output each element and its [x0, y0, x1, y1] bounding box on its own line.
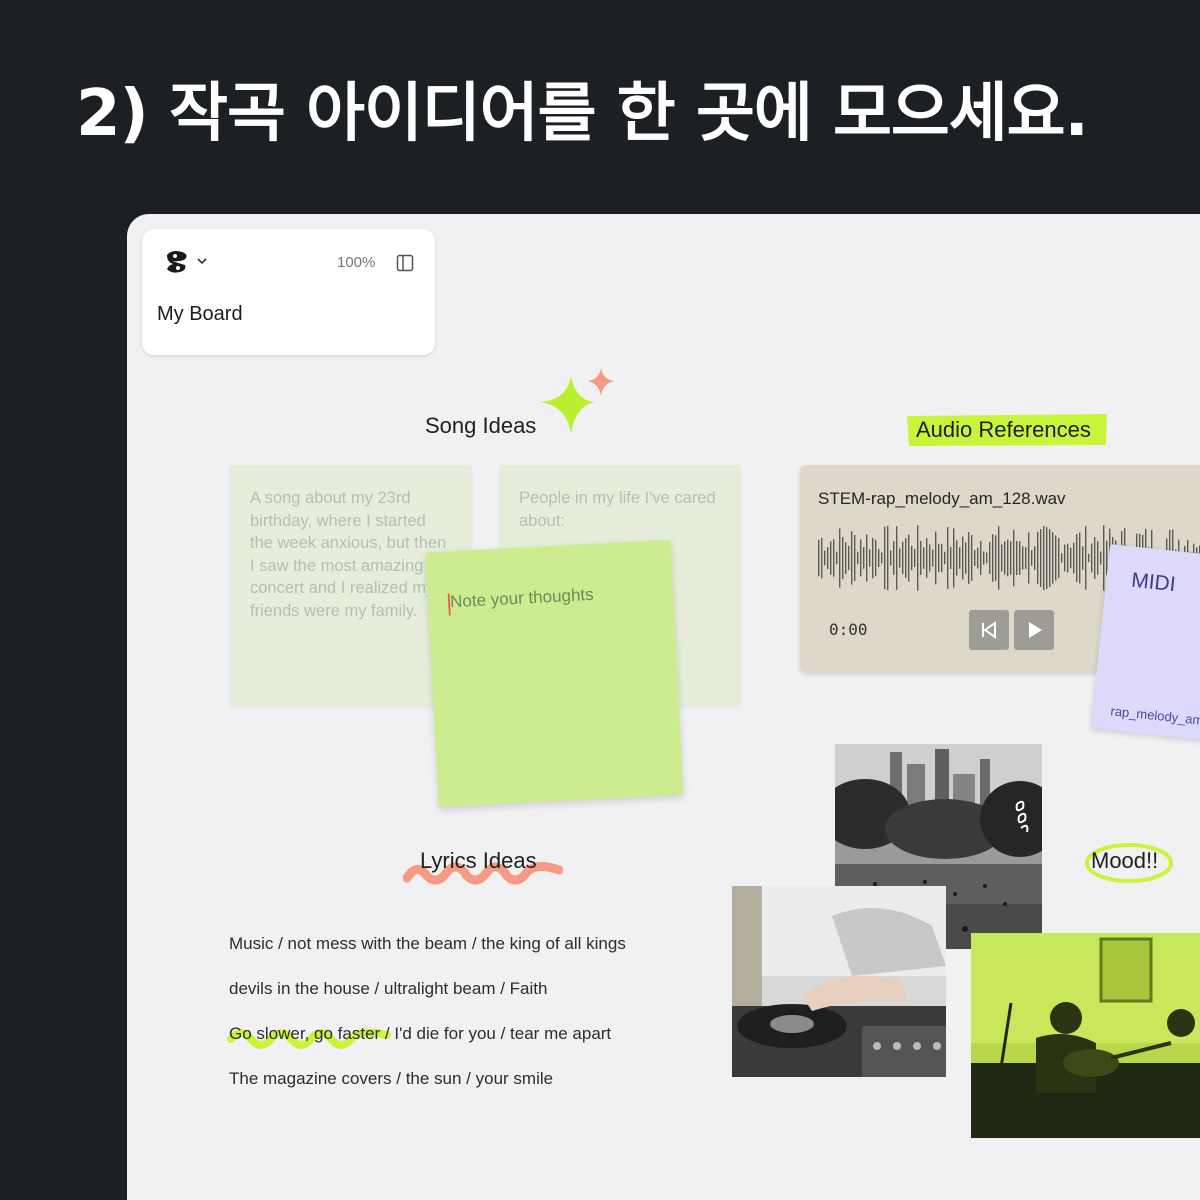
lyrics-ideas-title: Lyrics Ideas: [420, 848, 537, 873]
skip-back-icon: [982, 621, 996, 639]
active-sticky-note[interactable]: Note your thoughts: [425, 539, 684, 808]
lyric-line[interactable]: Go slower, go faster / I'd die for you /…: [229, 1024, 611, 1044]
chevron-down-icon[interactable]: [196, 255, 208, 267]
page-headline: 2) 작곡 아이디어를 한 곳에 모으세요.: [76, 77, 1089, 151]
song-ideas-title: Song Ideas: [425, 413, 537, 438]
dj-photo[interactable]: [732, 886, 946, 1077]
lyric-line[interactable]: Music / not mess with the beam / the kin…: [229, 934, 626, 954]
audio-references-title: Audio References: [916, 417, 1091, 442]
rewind-button[interactable]: [969, 610, 1009, 650]
note-placeholder[interactable]: Note your thoughts: [450, 585, 595, 612]
zoom-level[interactable]: 100%: [337, 254, 375, 271]
play-button[interactable]: [1014, 610, 1054, 650]
playback-time: 0:00: [829, 620, 868, 639]
midi-file-name: rap_melody_am: [1109, 703, 1200, 728]
panel-toggle-icon[interactable]: [396, 254, 414, 272]
lyric-line[interactable]: devils in the house / ultralight beam / …: [229, 979, 547, 999]
logo-icon[interactable]: [164, 249, 190, 275]
board-header-card: 100% My Board: [142, 229, 435, 355]
midi-card[interactable]: MIDI rap_melody_am: [1090, 544, 1200, 743]
board-title[interactable]: My Board: [157, 303, 243, 326]
mood-title: Mood!!: [1091, 848, 1159, 873]
audio-file-name: STEM-rap_melody_am_128.wav: [818, 489, 1066, 508]
play-icon: [1029, 622, 1042, 638]
sparkle-icon: [540, 368, 615, 434]
midi-title: MIDI: [1130, 568, 1177, 597]
guitar-photo[interactable]: [971, 933, 1200, 1138]
lyric-line[interactable]: The magazine covers / the sun / your smi…: [229, 1069, 553, 1089]
board-canvas[interactable]: 100% My Board Song Ideas A song about my…: [127, 214, 1200, 1200]
